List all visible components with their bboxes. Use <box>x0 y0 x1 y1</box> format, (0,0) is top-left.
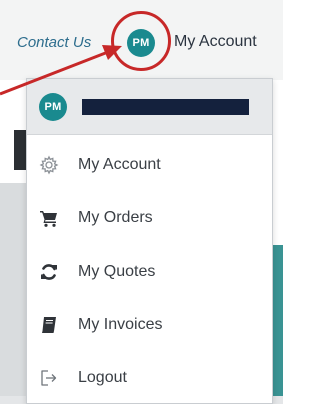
menu-item-label: Logout <box>78 369 127 386</box>
page-content-fragment <box>0 183 28 404</box>
refresh-icon <box>38 261 60 283</box>
menu-item-my-quotes[interactable]: My Quotes <box>27 248 272 296</box>
menu-item-logout[interactable]: Logout <box>27 354 272 402</box>
book-icon <box>38 314 60 336</box>
menu-item-my-account[interactable]: My Account <box>27 141 272 189</box>
redacted-user-name <box>82 99 249 115</box>
menu-item-label: My Invoices <box>78 316 163 333</box>
highlight-circle-annotation <box>111 11 171 71</box>
cart-icon <box>38 207 60 229</box>
menu-item-my-invoices[interactable]: My Invoices <box>27 301 272 349</box>
menu-item-my-orders[interactable]: My Orders <box>27 194 272 242</box>
contact-us-link[interactable]: Contact Us <box>17 34 91 51</box>
dropdown-user-header: PM <box>27 79 272 135</box>
gear-icon <box>38 154 60 176</box>
dropdown-avatar: PM <box>39 93 67 121</box>
menu-item-label: My Account <box>78 156 161 173</box>
menu-item-label: My Orders <box>78 209 153 226</box>
account-dropdown-menu: PM My Account My Orders My Quotes My Inv… <box>26 78 273 404</box>
my-account-link[interactable]: My Account <box>174 33 257 51</box>
page-accent-panel <box>272 245 283 404</box>
menu-item-label: My Quotes <box>78 263 156 280</box>
logout-icon <box>38 367 60 389</box>
